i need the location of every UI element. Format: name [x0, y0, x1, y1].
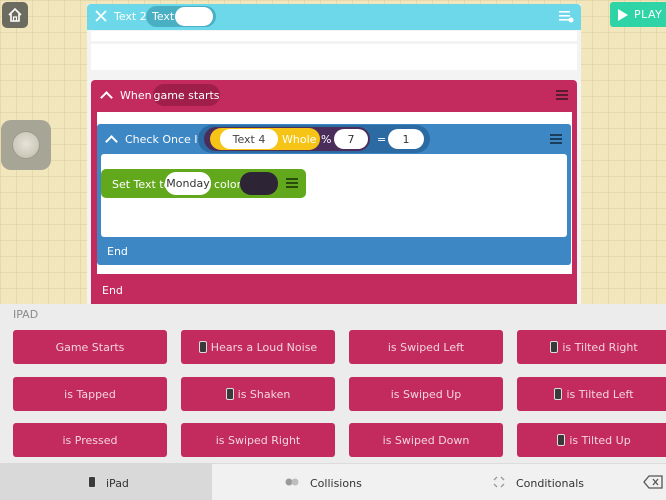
play-button[interactable]: PLAY	[610, 2, 666, 27]
backspace-delete-icon[interactable]	[643, 475, 663, 489]
set-text-label: Set Text to	[112, 178, 171, 191]
operand-pill[interactable]: Text 4	[220, 129, 278, 149]
color-swatch[interactable]	[240, 172, 278, 195]
rule-hears-loud-noise[interactable]: Hears a Loud Noise	[181, 330, 335, 364]
object-menu-icon[interactable]	[558, 9, 574, 23]
trait-value-field[interactable]	[175, 7, 213, 26]
check-label: Check Once If	[125, 133, 202, 146]
when-menu-icon[interactable]	[556, 90, 568, 100]
rule-swiped-down[interactable]: is Swiped Down	[349, 423, 503, 457]
rule-game-starts[interactable]: Game Starts	[13, 330, 167, 364]
set-menu-icon[interactable]	[286, 178, 298, 188]
tab-conditionals[interactable]: Conditionals	[516, 477, 584, 490]
rule-tilted-left[interactable]: is Tilted Left	[517, 377, 666, 411]
modulo-operator: %	[321, 133, 332, 146]
check-menu-icon[interactable]	[550, 134, 562, 144]
rule-swiped-up[interactable]: is Swiped Up	[349, 377, 503, 411]
collisions-icon[interactable]	[285, 476, 299, 488]
close-icon[interactable]	[94, 9, 108, 23]
rule-swiped-left[interactable]: is Swiped Left	[349, 330, 503, 364]
check-end-label: End	[107, 245, 128, 258]
whole-label: Whole	[282, 133, 317, 146]
object-title: Text 2	[114, 10, 147, 23]
when-event-pill[interactable]: game starts	[153, 84, 220, 106]
compare-value[interactable]: 1	[388, 129, 424, 149]
tab-ipad-label: iPad	[106, 477, 129, 490]
rule-tilted-right[interactable]: is Tilted Right	[517, 330, 666, 364]
color-label: color	[214, 178, 242, 191]
rule-tilted-up[interactable]: is Tilted Up	[517, 423, 666, 457]
rule-pressed[interactable]: is Pressed	[13, 423, 167, 457]
text-trait-pill[interactable]: Text	[146, 6, 216, 27]
ipad-tab-icon	[88, 476, 96, 488]
rule-row	[91, 44, 577, 70]
play-icon	[618, 8, 628, 21]
joystick-knob[interactable]	[12, 131, 40, 159]
rule-tapped[interactable]: is Tapped	[13, 377, 167, 411]
joystick[interactable]	[1, 120, 51, 170]
rule-row	[91, 31, 577, 41]
modulus-value[interactable]: 7	[334, 129, 368, 149]
ipad-icon	[554, 388, 563, 400]
play-label: PLAY	[634, 8, 663, 21]
home-icon	[8, 7, 22, 22]
ipad-icon	[225, 388, 234, 400]
trait-label: Text	[152, 10, 175, 23]
when-end-label: End	[102, 284, 123, 297]
set-text-value[interactable]: Monday	[165, 172, 211, 195]
tab-collisions[interactable]: Collisions	[310, 477, 362, 490]
section-label: IPAD	[13, 308, 39, 321]
comparator: =	[377, 133, 387, 146]
home-button[interactable]	[2, 2, 28, 28]
when-label: When	[120, 89, 152, 102]
ipad-icon	[557, 434, 566, 446]
rule-shaken[interactable]: is Shaken	[181, 377, 335, 411]
rule-swiped-right[interactable]: is Swiped Right	[181, 423, 335, 457]
conditionals-icon[interactable]	[492, 475, 506, 489]
ipad-icon	[198, 341, 207, 353]
ipad-icon	[550, 341, 559, 353]
